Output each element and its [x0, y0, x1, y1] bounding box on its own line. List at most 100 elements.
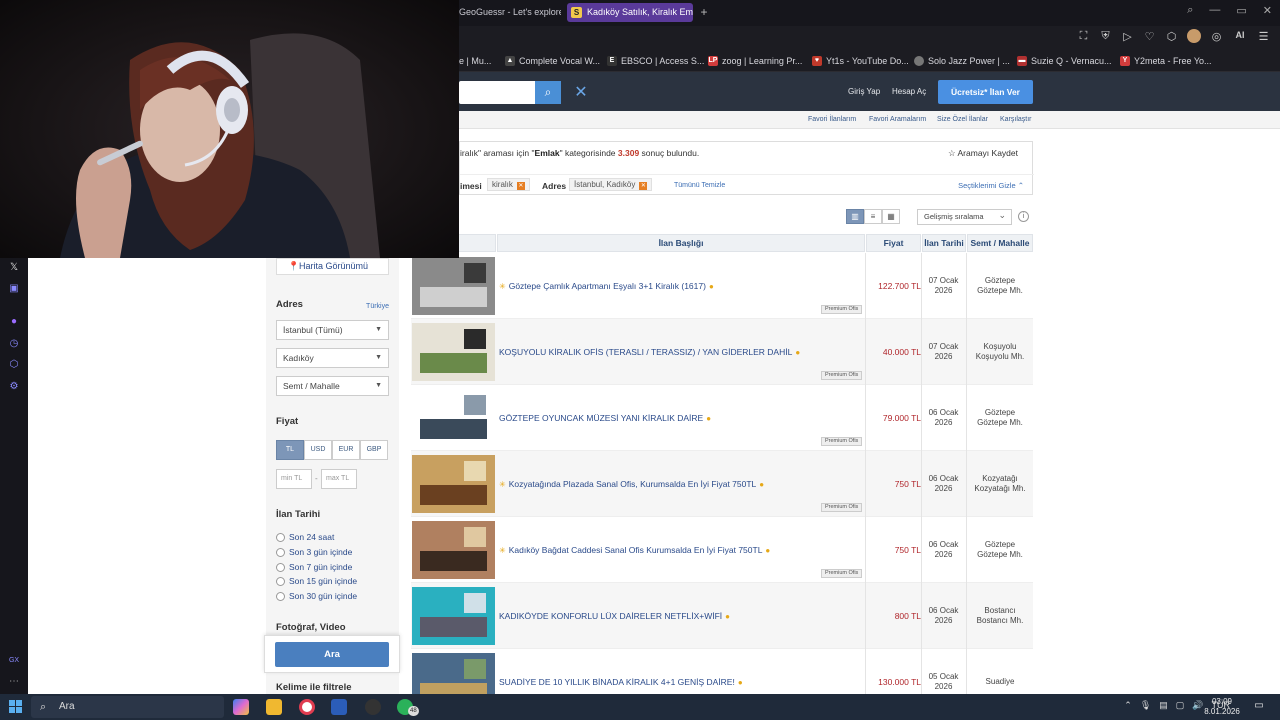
column-header-title[interactable]: İlan Başlığı — [497, 234, 865, 252]
filter-search-button[interactable]: Ara — [275, 642, 389, 667]
file-explorer-icon[interactable] — [266, 699, 282, 715]
listing-thumbnail[interactable] — [412, 521, 495, 579]
list-view-icon[interactable]: ≡ — [864, 209, 882, 224]
search-icon[interactable]: ⌕ — [535, 81, 561, 104]
listing-row[interactable]: KADIKÖYDE KONFORLU LÜX DAİRELER NETFLİX+… — [411, 583, 1033, 649]
site-search-input[interactable] — [459, 81, 535, 104]
listing-title-link[interactable]: ✳ Kozyatağında Plazada Sanal Ofis, Kurums… — [499, 451, 859, 517]
listing-title-link[interactable]: KADIKÖYDE KONFORLU LÜX DAİRELER NETFLİX+… — [499, 583, 859, 649]
date-option-15d[interactable]: Son 15 gün içinde — [276, 576, 357, 586]
notification-icon[interactable]: ▭ — [1252, 700, 1266, 713]
remove-chip-icon[interactable]: ✕ — [639, 182, 648, 190]
maximize-button[interactable]: ▭ — [1236, 4, 1246, 22]
listing-title-link[interactable]: SUADİYE DE 10 YILLIK BİNADA KİRALIK 4+1 … — [499, 649, 859, 694]
currency-gbp[interactable]: GBP — [360, 440, 388, 460]
listing-thumbnail[interactable] — [412, 653, 495, 694]
bookmark-item[interactable]: E EBSCO | Access S... — [607, 54, 704, 68]
windows-start-icon[interactable] — [9, 700, 22, 713]
listing-row[interactable]: GÖZTEPE OYUNCAK MÜZESİ YANI KİRALIK DAİR… — [411, 385, 1033, 451]
column-header-price[interactable]: Fiyat — [866, 234, 921, 252]
bookmark-item[interactable]: e | Mu... — [459, 54, 491, 68]
column-header-date[interactable]: İlan Tarihi — [922, 234, 966, 252]
date-option-7d[interactable]: Son 7 gün içinde — [276, 562, 352, 572]
listing-title-link[interactable]: ✳ Göztepe Çamlık Apartmanı Eşyalı 3+1 Kir… — [499, 253, 859, 319]
bookmark-item[interactable]: ▬ Suzie Q - Vernacu... — [1017, 54, 1112, 68]
for-you-link[interactable]: Size Özel İlanlar — [937, 116, 988, 123]
listing-row[interactable]: KOŞUYOLU KİRALIK OFİS (TERASLI / TERASSI… — [411, 319, 1033, 385]
listing-thumbnail[interactable] — [412, 455, 495, 513]
avatar[interactable] — [1187, 29, 1201, 43]
bookmark-item[interactable]: ♥ Yt1s - YouTube Do... — [812, 54, 909, 68]
play-icon[interactable]: ▷ — [1121, 30, 1134, 43]
max-price-input[interactable]: max TL — [321, 469, 357, 489]
bookmark-item[interactable]: Solo Jazz Power | ... — [914, 54, 1010, 68]
history-icon[interactable]: ◷ — [8, 338, 20, 350]
shield-icon[interactable]: ⛨ — [1099, 30, 1112, 43]
bookmark-item[interactable]: ▲ Complete Vocal W... — [505, 54, 600, 68]
tab-geoguessr[interactable]: GeoGuessr - Let's explore — [453, 3, 561, 22]
opera-gx-icon[interactable] — [299, 699, 315, 715]
hide-selected-link[interactable]: Seçtiklerimi Gizle ⌃ — [958, 181, 1024, 190]
listing-thumbnail[interactable] — [412, 257, 495, 315]
new-tab-button[interactable]: + — [697, 5, 711, 19]
chevron-up-icon[interactable]: ⌃ — [1124, 700, 1132, 711]
more-icon[interactable]: ⋯ — [8, 676, 20, 688]
translate-icon[interactable]: ▣ — [8, 283, 20, 295]
listing-row[interactable]: ✳ Kadıköy Bağdat Caddesi Sanal Ofis Kurum… — [411, 517, 1033, 583]
snapshot-icon[interactable]: ⛶ — [1077, 30, 1090, 43]
address-chip[interactable]: İstanbul, Kadıköy ✕ — [569, 178, 653, 191]
listing-title-link[interactable]: KOŞUYOLU KİRALIK OFİS (TERASLI / TERASSI… — [499, 319, 859, 385]
close-button[interactable]: ✕ — [1263, 4, 1272, 22]
currency-usd[interactable]: USD — [304, 440, 332, 460]
listing-row[interactable]: ✳ Kozyatağında Plazada Sanal Ofis, Kurums… — [411, 451, 1033, 517]
search-tabs-icon[interactable]: ⌕ — [1187, 4, 1193, 22]
copilot-icon[interactable] — [233, 699, 249, 715]
clock[interactable]: 03:09 8.01.2026 — [1198, 697, 1246, 717]
tab-sahibinden[interactable]: S Kadıköy Satılık, Kiralık Emlak — [567, 3, 693, 22]
currency-eur[interactable]: EUR — [332, 440, 360, 460]
listing-thumbnail[interactable] — [412, 389, 495, 447]
min-price-input[interactable]: min TL — [276, 469, 312, 489]
listing-row[interactable]: SUADİYE DE 10 YILLIK BİNADA KİRALIK 4+1 … — [411, 649, 1033, 694]
country-link[interactable]: Türkiye — [366, 303, 389, 310]
listing-thumbnail[interactable] — [412, 323, 495, 381]
gx-icon[interactable]: GX — [8, 655, 20, 667]
favorite-ads-link[interactable]: Favori İlanlarım — [808, 116, 856, 123]
grid-view-icon[interactable]: ▦ — [882, 209, 900, 224]
clear-search-icon[interactable]: ✕ — [571, 81, 591, 104]
column-header-location[interactable]: Semt / Mahalle — [967, 234, 1033, 252]
clear-all-link[interactable]: Tümünü Temizle — [674, 182, 725, 189]
app-icon[interactable]: ▢ — [1176, 700, 1185, 711]
listing-title-link[interactable]: GÖZTEPE OYUNCAK MÜZESİ YANI KİRALIK DAİR… — [499, 385, 859, 451]
keyword-chip[interactable]: kiralık ✕ — [487, 178, 530, 191]
heart-icon[interactable]: ♡ — [1143, 30, 1156, 43]
district-select[interactable]: Kadıköy — [276, 348, 389, 368]
neighborhood-select[interactable]: Semt / Mahalle — [276, 376, 389, 396]
app-icon[interactable]: ▤ — [1159, 700, 1168, 711]
opera-icon[interactable]: ◎ — [1210, 30, 1223, 43]
register-link[interactable]: Hesap Aç — [892, 87, 926, 96]
currency-tl[interactable]: TL — [276, 440, 304, 460]
microphone-icon[interactable]: 🎙 — [1140, 700, 1151, 711]
menu-icon[interactable]: ☰ — [1257, 30, 1270, 43]
ai-button[interactable]: AI — [1232, 30, 1248, 43]
listing-title-link[interactable]: ✳ Kadıköy Bağdat Caddesi Sanal Ofis Kurum… — [499, 517, 859, 583]
extensions-icon[interactable]: ⬡ — [1165, 30, 1178, 43]
city-select[interactable]: İstanbul (Tümü) — [276, 320, 389, 340]
login-link[interactable]: Giriş Yap — [848, 87, 880, 96]
date-option-24h[interactable]: Son 24 saat — [276, 532, 334, 542]
table-view-icon[interactable]: ▥ — [846, 209, 864, 224]
date-option-30d[interactable]: Son 30 gün içinde — [276, 591, 357, 601]
listing-row[interactable]: ✳ Göztepe Çamlık Apartmanı Eşyalı 3+1 Kir… — [411, 253, 1033, 319]
spotify-icon[interactable]: ● — [8, 316, 20, 328]
post-ad-button[interactable]: Ücretsiz* İlan Ver — [938, 80, 1033, 104]
bookmark-item[interactable]: LP zoog | Learning Pr... — [708, 54, 802, 68]
bookmark-item[interactable]: Y Y2meta - Free Yo... — [1120, 54, 1212, 68]
map-view-button[interactable]: 📍 Harita Görünümü — [276, 258, 389, 275]
compare-link[interactable]: Karşılaştır — [1000, 116, 1032, 123]
info-icon[interactable]: i — [1018, 211, 1029, 222]
taskbar-search[interactable]: ⌕ Ara — [31, 696, 224, 718]
pinboard-icon[interactable]: ⬡ — [8, 359, 20, 371]
date-option-3d[interactable]: Son 3 gün içinde — [276, 547, 352, 557]
minimize-button[interactable]: — — [1209, 4, 1220, 22]
